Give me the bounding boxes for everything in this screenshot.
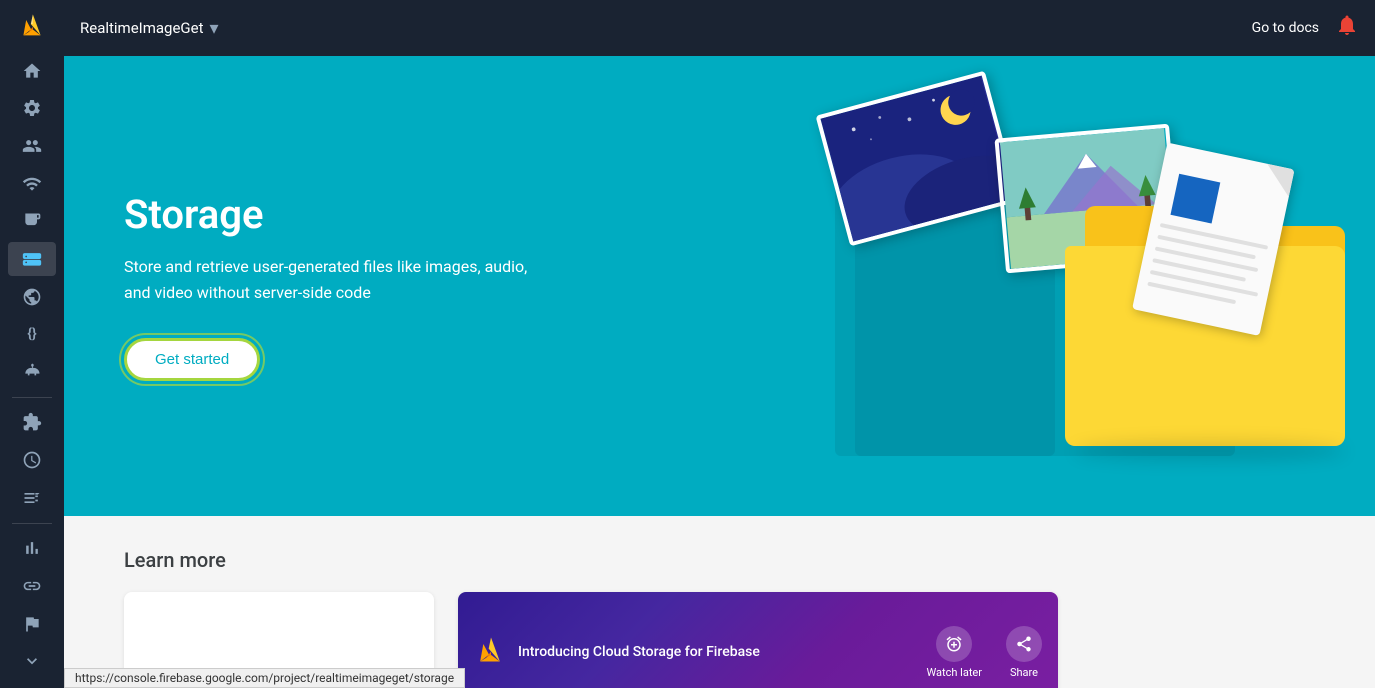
sidebar-item-hosting[interactable] <box>8 280 56 314</box>
robot-icon <box>21 361 43 383</box>
video-thumbnail: Introducing Cloud Storage for Firebase W… <box>458 592 1058 688</box>
watch-later-action[interactable]: Watch later <box>926 626 982 679</box>
sidebar-item-settings[interactable] <box>8 91 56 125</box>
firestore-icon: {} <box>21 323 43 345</box>
get-started-button[interactable]: Get started <box>124 338 260 381</box>
sidebar: {} <box>0 0 64 688</box>
project-chevron-icon: ▾ <box>210 18 219 39</box>
sidebar-item-functions[interactable] <box>8 204 56 238</box>
hero-illustration <box>615 56 1375 516</box>
sidebar-item-extensions[interactable] <box>8 406 56 440</box>
sidebar-item-analytics[interactable] <box>8 531 56 565</box>
storage-icon <box>21 248 43 270</box>
flag-icon <box>21 613 43 635</box>
people-icon <box>21 135 43 157</box>
share-icon <box>1006 626 1042 662</box>
hero-title: Storage <box>124 191 544 238</box>
folder-shadow <box>1075 441 1345 461</box>
url-tooltip: https://console.firebase.google.com/proj… <box>64 668 465 688</box>
sidebar-item-dynamic-links[interactable] <box>8 569 56 603</box>
sidebar-item-remote-config[interactable] <box>8 607 56 641</box>
sidebar-divider-2 <box>12 523 52 524</box>
go-to-docs-link[interactable]: Go to docs <box>1252 20 1319 36</box>
bar-chart-icon <box>21 537 43 559</box>
project-name-label: RealtimeImageGet <box>80 19 204 37</box>
sidebar-item-home[interactable] <box>8 54 56 88</box>
sidebar-divider-1 <box>12 397 52 398</box>
settings-icon <box>21 97 43 119</box>
watch-later-label: Watch later <box>926 666 982 679</box>
sidebar-item-auth[interactable] <box>8 129 56 163</box>
hero-text: Storage Store and retrieve user-generate… <box>124 191 544 380</box>
video-title: Introducing Cloud Storage for Firebase <box>518 644 914 660</box>
hero-section: Storage Store and retrieve user-generate… <box>64 56 1375 516</box>
home-icon <box>21 60 43 82</box>
video-firebase-logo <box>474 636 506 668</box>
globe-icon <box>21 286 43 308</box>
sidebar-item-logs[interactable] <box>8 481 56 515</box>
video-actions: Watch later Share <box>926 626 1042 679</box>
url-text: https://console.firebase.google.com/proj… <box>75 671 454 685</box>
link-icon <box>21 575 43 597</box>
sidebar-item-realtime-db[interactable] <box>8 167 56 201</box>
share-label: Share <box>1010 666 1038 679</box>
extensions-icon <box>21 411 43 433</box>
sidebar-item-expand[interactable] <box>8 644 56 678</box>
video-card[interactable]: Introducing Cloud Storage for Firebase W… <box>458 592 1058 688</box>
project-selector[interactable]: RealtimeImageGet ▾ <box>80 18 219 39</box>
hero-description: Store and retrieve user-generated files … <box>124 254 544 305</box>
watch-later-icon <box>936 626 972 662</box>
logs-icon <box>21 487 43 509</box>
sidebar-item-storage[interactable] <box>8 242 56 276</box>
main-content: RealtimeImageGet ▾ Go to docs Storage St… <box>64 0 1375 688</box>
sidebar-item-usage[interactable] <box>8 443 56 477</box>
expand-icon <box>21 650 43 672</box>
share-action[interactable]: Share <box>1006 626 1042 679</box>
wifi-icon <box>21 173 43 195</box>
functions-icon <box>21 210 43 232</box>
learn-more-title: Learn more <box>124 548 1315 572</box>
firebase-logo[interactable] <box>8 10 56 44</box>
clock-icon <box>21 449 43 471</box>
notification-icon[interactable] <box>1335 13 1359 43</box>
sidebar-item-firestore[interactable]: {} <box>8 317 56 351</box>
learn-more-section: Learn more How do I get started? View th… <box>64 516 1375 688</box>
top-bar: RealtimeImageGet ▾ Go to docs <box>64 0 1375 56</box>
sidebar-item-ml[interactable] <box>8 355 56 389</box>
